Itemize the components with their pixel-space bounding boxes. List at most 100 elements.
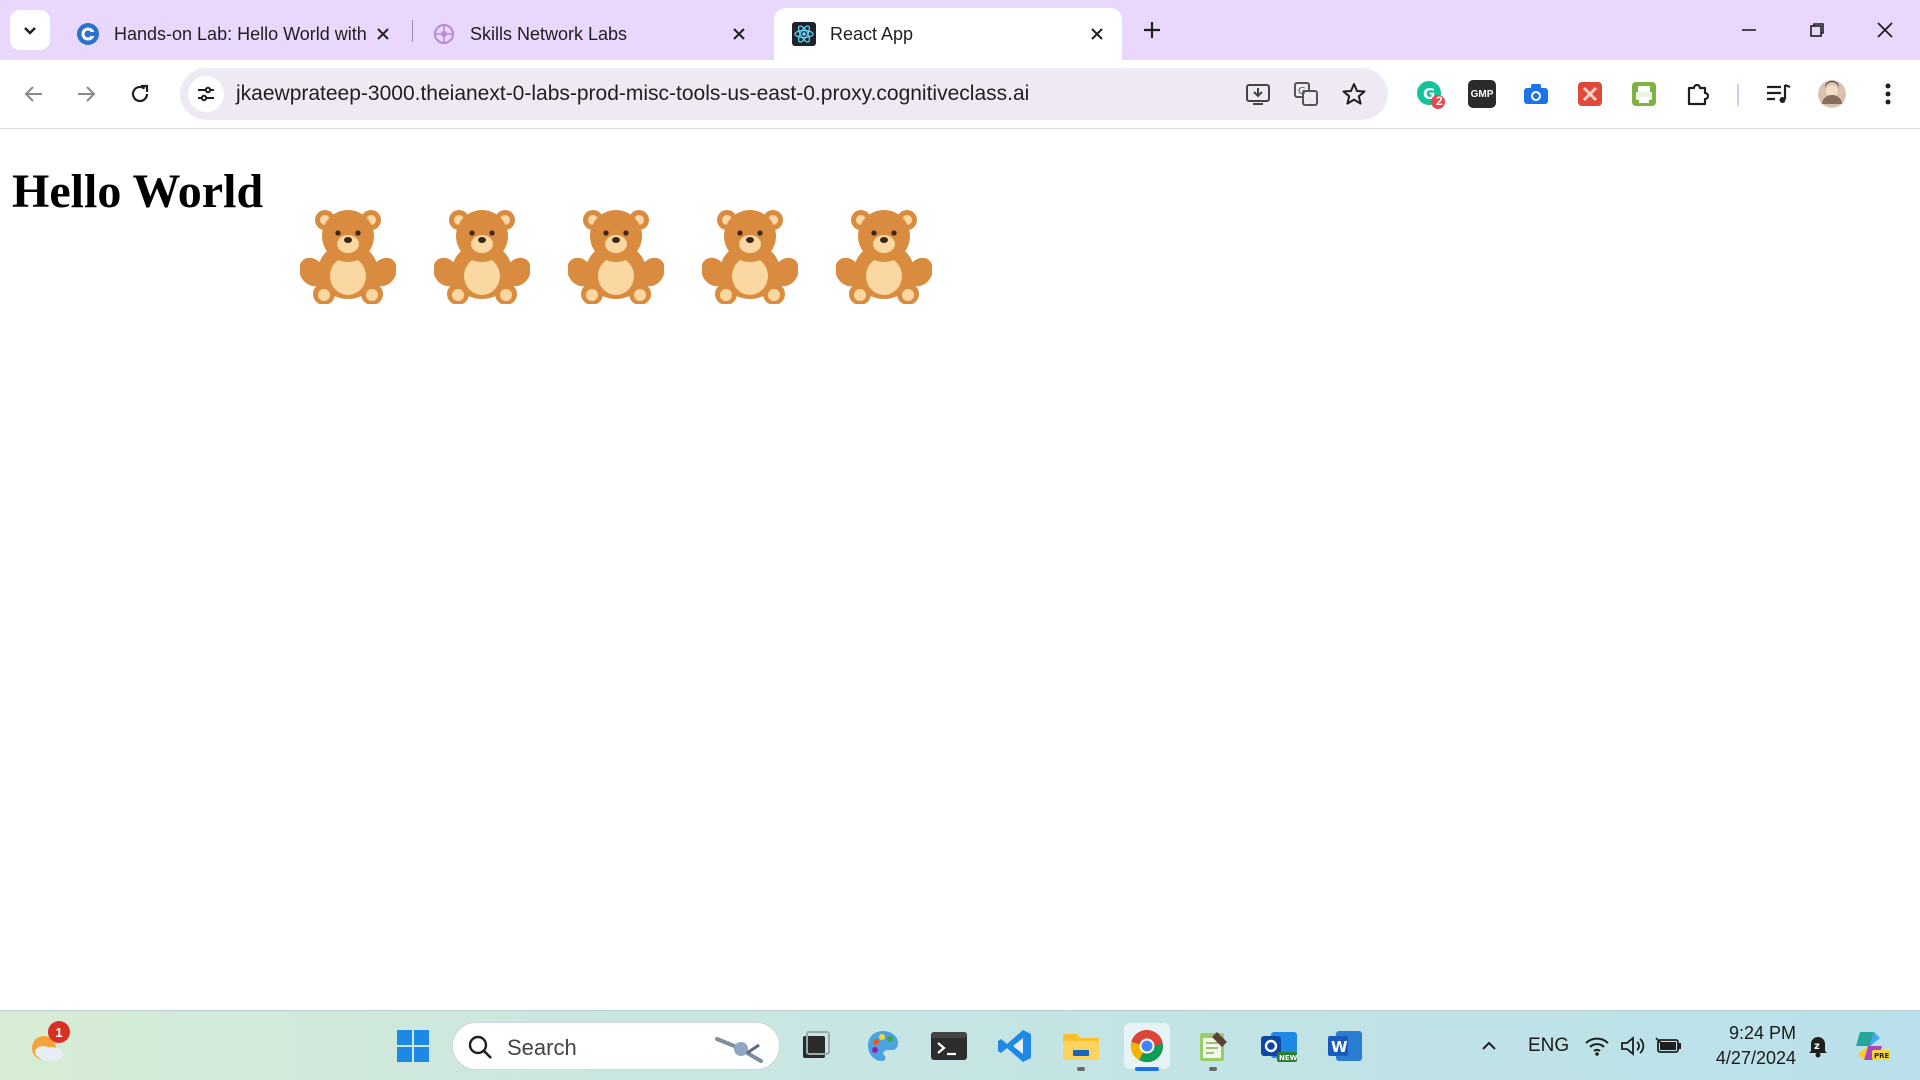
extensions-menu-button[interactable] xyxy=(1682,78,1714,110)
arrow-left-icon xyxy=(24,86,42,102)
running-indicator xyxy=(1077,1067,1085,1071)
forward-button[interactable] xyxy=(66,74,106,114)
more-vert-icon xyxy=(1885,83,1891,105)
page-heading: Hello World xyxy=(12,165,264,218)
tab-skills-network-labs[interactable]: Skills Network Labs xyxy=(414,8,764,60)
media-control-button[interactable] xyxy=(1762,78,1794,110)
language-indicator[interactable]: ENG xyxy=(1528,1035,1569,1057)
paint-app[interactable] xyxy=(860,1023,906,1069)
screenshot-extension[interactable] xyxy=(1520,78,1552,110)
teddy-bear-icon xyxy=(568,210,664,304)
bookmark-button[interactable] xyxy=(1340,80,1368,108)
back-button[interactable] xyxy=(14,74,54,114)
taskbar: 1 Search NEW W ENG 9:24 PM 4/27/2024 z P… xyxy=(0,1010,1920,1080)
start-button[interactable] xyxy=(390,1023,436,1069)
browser-window: Hands-on Lab: Hello World with Skills Ne… xyxy=(0,0,1920,130)
tab-react-app[interactable]: React App xyxy=(774,8,1122,60)
restore-icon xyxy=(1810,23,1824,37)
weather-widget[interactable]: 1 xyxy=(24,1021,70,1069)
file-explorer-app[interactable] xyxy=(1058,1023,1104,1069)
coursera-icon xyxy=(76,22,100,46)
copilot-button[interactable]: PRE xyxy=(1848,1023,1894,1069)
outlook-icon: NEW xyxy=(1261,1032,1298,1062)
teddy-bear-icon xyxy=(300,210,396,304)
battery-icon xyxy=(1655,1037,1681,1053)
translate-button[interactable]: G xyxy=(1292,80,1320,108)
task-view-icon xyxy=(803,1031,830,1058)
browser-menu-button[interactable] xyxy=(1872,78,1904,110)
toolbar-divider xyxy=(1737,84,1739,106)
address-bar[interactable]: jkaewprateep-3000.theianext-0-labs-prod-… xyxy=(180,68,1388,120)
wifi-status[interactable] xyxy=(1580,1023,1614,1069)
chrome-icon xyxy=(1130,1029,1164,1063)
extension-badge: 2 xyxy=(1436,94,1443,108)
restore-button[interactable] xyxy=(1792,8,1842,52)
volume-status[interactable] xyxy=(1616,1023,1650,1069)
minimize-button[interactable] xyxy=(1724,8,1774,52)
react-icon xyxy=(792,22,816,46)
printer-icon xyxy=(1632,82,1656,106)
close-window-button[interactable] xyxy=(1860,8,1910,52)
tab-title: Hands-on Lab: Hello World with xyxy=(114,23,367,44)
bear-row xyxy=(300,206,932,304)
media-control-icon xyxy=(1767,83,1791,103)
teddy-bear-icon xyxy=(702,210,798,304)
chrome-app[interactable] xyxy=(1124,1023,1170,1069)
word-app[interactable]: W xyxy=(1322,1023,1368,1069)
paint-icon xyxy=(868,1031,898,1061)
arrow-right-icon xyxy=(78,86,96,102)
print-extension[interactable] xyxy=(1628,78,1660,110)
install-icon xyxy=(1246,84,1270,105)
vscode-icon xyxy=(998,1030,1031,1062)
tab-search-button[interactable] xyxy=(10,10,50,50)
reload-icon xyxy=(131,84,149,103)
running-indicator xyxy=(1209,1067,1217,1071)
show-hidden-icons-button[interactable] xyxy=(1466,1023,1512,1069)
system-clock[interactable]: 9:24 PM 4/27/2024 xyxy=(1700,1021,1796,1071)
reload-button[interactable] xyxy=(120,74,160,114)
teddy-bear-icon xyxy=(434,210,530,304)
notepad-app[interactable] xyxy=(1190,1023,1236,1069)
puzzle-icon xyxy=(1687,83,1710,106)
bell-icon: z xyxy=(1809,1037,1827,1058)
close-icon xyxy=(1877,22,1893,38)
translate-icon: G xyxy=(1294,82,1318,106)
notifications-button[interactable]: z xyxy=(1800,1023,1836,1069)
close-tab-icon[interactable] xyxy=(370,21,396,47)
url-text[interactable]: jkaewprateep-3000.theianext-0-labs-prod-… xyxy=(236,82,1029,106)
tab-hands-on-lab[interactable]: Hands-on Lab: Hello World with xyxy=(58,8,408,60)
grammarly-extension[interactable]: G 2 xyxy=(1414,78,1446,110)
tab-title: Skills Network Labs xyxy=(470,23,628,44)
battery-status[interactable] xyxy=(1652,1023,1686,1069)
red-extension[interactable] xyxy=(1574,78,1606,110)
svg-text:W: W xyxy=(1331,1038,1348,1056)
task-view-button[interactable] xyxy=(792,1023,838,1069)
speaker-icon xyxy=(1621,1036,1645,1056)
clock-time: 9:24 PM xyxy=(1728,1023,1796,1043)
word-icon: W xyxy=(1328,1031,1362,1061)
install-app-button[interactable] xyxy=(1244,80,1272,108)
page-content: Hello World xyxy=(0,130,1920,1010)
clock-date: 4/27/2024 xyxy=(1715,1048,1796,1068)
new-tab-button[interactable] xyxy=(1136,12,1168,48)
outlook-app[interactable]: NEW xyxy=(1256,1023,1302,1069)
minimize-icon xyxy=(1742,29,1756,31)
vscode-app[interactable] xyxy=(992,1023,1038,1069)
site-info-button[interactable] xyxy=(188,76,224,112)
taskbar-search[interactable]: Search xyxy=(452,1022,780,1070)
svg-text:NEW: NEW xyxy=(1279,1054,1298,1062)
profile-avatar xyxy=(1818,80,1846,108)
profile-button[interactable] xyxy=(1816,78,1848,110)
tune-icon xyxy=(198,86,214,102)
extension-red-icon xyxy=(1578,82,1602,106)
chevron-up-icon xyxy=(1482,1041,1496,1050)
svg-text:z: z xyxy=(1814,1041,1820,1052)
close-tab-icon[interactable] xyxy=(1084,21,1110,47)
start-icon xyxy=(397,1030,429,1062)
browser-toolbar: jkaewprateep-3000.theianext-0-labs-prod-… xyxy=(0,60,1920,129)
search-highlight-icon xyxy=(715,1037,763,1063)
close-tab-icon[interactable] xyxy=(726,21,752,47)
terminal-app[interactable] xyxy=(926,1023,972,1069)
teddy-bear-icon xyxy=(836,210,932,304)
gmp-extension[interactable]: GMP xyxy=(1466,78,1498,110)
